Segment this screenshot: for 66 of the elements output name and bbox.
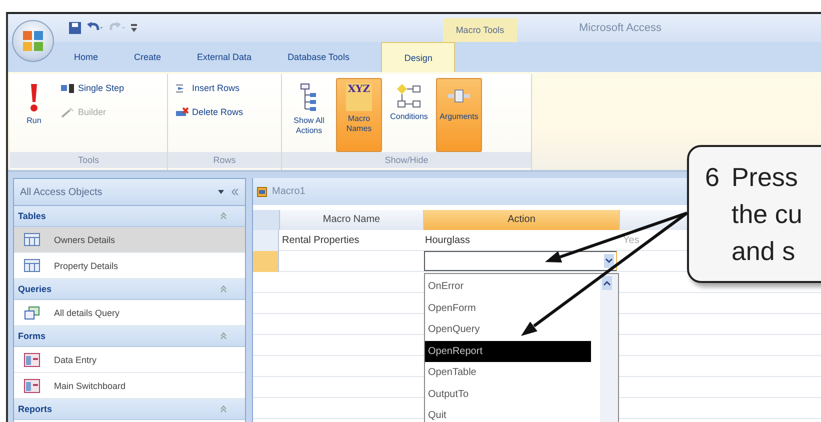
exclamation-icon — [29, 83, 39, 113]
table-icon — [24, 259, 40, 272]
dropdown-option[interactable]: OpenQuery — [425, 319, 591, 340]
group-label: Tools — [10, 152, 167, 168]
office-logo-icon — [22, 30, 44, 52]
group-label: Rows — [168, 152, 281, 168]
section-header[interactable]: Forms — [14, 326, 245, 347]
dropdown-option[interactable]: Quit — [425, 405, 591, 422]
dropdown-option[interactable]: OutputTo — [425, 384, 591, 405]
ribbon-tab[interactable]: Create — [126, 42, 170, 72]
table-cell-text: Hourglass — [424, 234, 472, 248]
ribbon-button[interactable]: Run — [14, 78, 54, 152]
context-tab-label: Macro Tools — [443, 18, 517, 42]
step-icon — [61, 82, 75, 94]
pane-menu-icon[interactable] — [217, 188, 239, 196]
collapse-icon — [220, 212, 227, 220]
section-header[interactable]: Reports — [14, 399, 245, 420]
macro-names-icon: XYZ — [346, 83, 372, 111]
pane-title[interactable]: All Access Objects — [20, 186, 102, 198]
customize-icon[interactable] — [130, 23, 138, 33]
ribbon-tab[interactable]: External Data — [189, 42, 260, 72]
dropdown-option[interactable]: OpenForm — [425, 298, 591, 319]
callout-text: the cu — [731, 198, 802, 231]
macro-icon — [257, 186, 267, 196]
step-number: 6 — [705, 161, 720, 194]
ribbon-button[interactable]: Show All Actions — [286, 78, 332, 152]
callout-text: Press — [731, 161, 799, 194]
table-cell-text: Yes — [622, 234, 640, 248]
dropdown-icon[interactable] — [604, 254, 614, 268]
ribbon-button[interactable]: Single Step — [58, 78, 128, 98]
action-combo-box[interactable] — [424, 251, 617, 271]
table-cell-text: Rental Properties — [281, 234, 360, 248]
form-icon — [24, 352, 40, 366]
ribbon-button[interactable]: Arguments — [436, 78, 482, 152]
dropdown-option[interactable]: OpenTable — [425, 362, 591, 384]
column-header[interactable]: Action — [424, 210, 620, 230]
conditions-icon — [396, 83, 422, 109]
nav-item[interactable]: Data Entry — [14, 347, 245, 373]
ribbon-button[interactable]: XYZ Macro Names — [336, 78, 382, 152]
ribbon-tab[interactable]: Database Tools — [280, 42, 358, 72]
table-icon — [24, 233, 40, 246]
select-all-cell[interactable] — [253, 210, 280, 230]
ribbon-tab[interactable]: Design — [381, 42, 456, 72]
query-icon — [24, 306, 40, 320]
window-title: Microsoft Access — [579, 22, 662, 34]
section-header[interactable]: Queries — [14, 279, 245, 300]
wand-icon — [61, 106, 75, 118]
collapse-icon — [220, 285, 227, 293]
ribbon-button[interactable]: Conditions — [386, 78, 432, 152]
tree-icon — [300, 83, 318, 113]
nav-item[interactable]: Owners Details — [14, 227, 245, 253]
form-icon — [24, 378, 40, 392]
collapse-icon — [220, 332, 227, 340]
ribbon-button[interactable]: Insert Rows — [172, 78, 246, 98]
section-header[interactable]: Tables — [14, 206, 245, 227]
dropdown-option[interactable]: OnError — [425, 276, 591, 298]
group-label: Show/Hide — [282, 152, 531, 168]
delete-rows-icon — [175, 106, 189, 118]
ribbon-button[interactable]: Delete Rows — [172, 102, 246, 122]
dropdown-option[interactable]: OpenReport — [425, 340, 591, 362]
callout-text: and s — [731, 235, 796, 268]
ribbon-tab[interactable]: Home — [66, 42, 106, 72]
save-icon[interactable] — [68, 21, 82, 35]
scroll-up-icon[interactable] — [602, 276, 612, 290]
collapse-icon — [220, 405, 227, 413]
column-header[interactable]: Macro Name — [280, 210, 424, 230]
